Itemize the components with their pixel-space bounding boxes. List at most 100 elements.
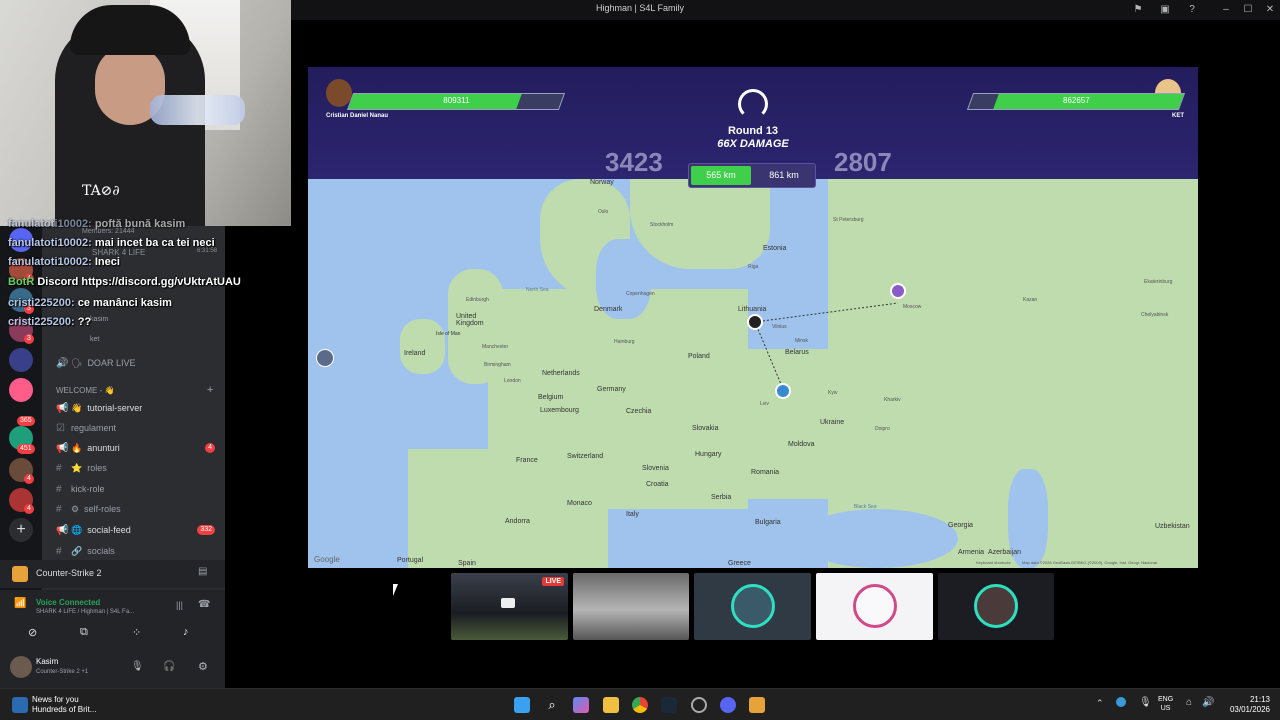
microphone-icon[interactable]: 🎙 (131, 661, 144, 672)
webcam-hat (70, 5, 190, 55)
category-welcome[interactable]: WELCOME - 👋 (56, 381, 114, 399)
country-label: Georgia (948, 522, 973, 529)
news-widget-icon[interactable] (12, 697, 28, 713)
help-icon[interactable]: ? (1184, 2, 1200, 18)
server-icon[interactable] (9, 348, 33, 372)
voice-channel[interactable]: SHARK 4 LIFE / Highman | S4L Fa... (36, 609, 134, 615)
voice-status: Voice Connected (36, 598, 101, 607)
voice-icon: 🔊 (56, 357, 69, 369)
headphones-icon[interactable]: 🎧 (163, 661, 175, 672)
game-window: 809311 Cristian Daniel Nanau 862657 KET … (308, 67, 1198, 568)
hash-icon: # (56, 483, 62, 495)
country-label: United Kingdom (456, 313, 484, 327)
participant-thumbnail[interactable] (573, 573, 689, 640)
city-label: London (504, 378, 521, 384)
water-label: Black Sea (854, 504, 877, 510)
channel-anunturi[interactable]: 📢 🔥 anunturi (56, 439, 120, 457)
news-widget[interactable]: News for you Hundreds of Brit... (32, 695, 96, 715)
webcam-feed: TA⊘∂ (0, 0, 291, 226)
cs2-icon[interactable] (749, 697, 765, 713)
maximize-button[interactable]: ☐ (1240, 2, 1256, 18)
hash-icon: # (56, 462, 62, 474)
city-label: Vilnius (772, 324, 787, 330)
network-icon[interactable]: ⌂ (1186, 697, 1192, 708)
voice-user[interactable]: ket (90, 336, 99, 343)
channel-doar-live[interactable]: 🔊 🗣 DOAR LIVE (56, 354, 135, 372)
chat-message: cristi225200: ce manânci kasim (8, 297, 172, 309)
close-button[interactable]: ✕ (1262, 2, 1278, 18)
voice-user[interactable]: kasim (90, 316, 108, 323)
disconnect-icon[interactable]: ☎ (198, 599, 210, 610)
channel-socials[interactable]: # 🔗 socials (56, 542, 115, 560)
add-server-icon[interactable]: + (9, 518, 33, 542)
channel-self-roles[interactable]: # ⚙ self-roles (56, 500, 121, 518)
keyboard-shortcuts-link[interactable]: Keyboard shortcuts (976, 560, 1010, 565)
screenshot-icon[interactable]: ▣ (1157, 2, 1173, 18)
activities-icon[interactable]: ⁘ (132, 626, 141, 639)
headphones-icon (738, 89, 768, 119)
city-label: Ekaterinburg (1144, 279, 1173, 285)
country-label: Slovenia (642, 465, 669, 472)
participant-thumbnail[interactable] (694, 573, 811, 640)
chevron-up-icon[interactable]: ⌃ (1096, 698, 1104, 709)
user-name: Kasim (36, 657, 59, 666)
participant-thumbnail[interactable] (816, 573, 933, 640)
country-label: France (516, 457, 538, 464)
channel-social-feed[interactable]: 📢 🌐 social-feed (56, 521, 131, 539)
discord-icon[interactable] (720, 697, 736, 713)
settings-gear-icon[interactable]: ⚙ (198, 660, 208, 673)
tray-app-icon[interactable] (1116, 697, 1126, 707)
add-channel-icon[interactable]: + (207, 384, 213, 396)
rules-icon: ☑ (56, 422, 65, 434)
volume-icon[interactable]: 🔊 (1202, 697, 1214, 708)
city-label: Manchester (482, 344, 509, 350)
camera-off-icon[interactable]: ⊘ (28, 626, 37, 639)
pin-icon[interactable]: ⚑ (1130, 2, 1146, 18)
noise-suppression-icon[interactable]: ||| (176, 600, 183, 610)
participant-avatar (853, 584, 897, 628)
screen-share-icon[interactable]: ⧉ (80, 626, 88, 639)
country-label: Uzbekistan (1155, 523, 1190, 530)
world-map[interactable]: Norway Estonia Denmark Lithuania United … (308, 179, 1198, 568)
channel-regulament[interactable]: ☑ regulament (56, 419, 116, 437)
city-label: Minsk (795, 338, 809, 344)
channel-roles[interactable]: # ⭐ roles (56, 459, 107, 477)
obs-icon[interactable] (691, 697, 707, 713)
country-label: Romania (751, 469, 780, 476)
soundboard-icon[interactable]: ♪ (183, 626, 189, 638)
chrome-icon[interactable] (632, 697, 648, 713)
avatar[interactable] (10, 656, 32, 678)
start-icon[interactable] (514, 697, 530, 713)
activity-icon[interactable]: ▤ (198, 566, 207, 577)
country-label: Croatia (646, 481, 669, 488)
cs2-icon (12, 566, 28, 582)
player-right-name: KET (1172, 113, 1184, 119)
recenter-icon[interactable] (316, 349, 334, 367)
search-icon[interactable]: ⌕ (544, 697, 560, 713)
country-label: Lithuania (738, 306, 767, 313)
city-label: Dnipro (875, 426, 890, 432)
file-explorer-icon[interactable] (603, 697, 619, 713)
minimize-button[interactable]: – (1218, 2, 1234, 18)
news-subtitle: Hundreds of Brit... (32, 705, 97, 714)
participant-thumbnail[interactable] (938, 573, 1054, 640)
player-left-hp-bar: 809311 (346, 93, 566, 110)
chat-message: cristi225200: ?? (8, 316, 92, 328)
player-left-score: 3423 (605, 147, 663, 177)
steam-icon[interactable] (661, 697, 677, 713)
game-activity-bar[interactable]: Counter-Strike 2 ▤ (0, 560, 225, 588)
country-label: Greece (728, 560, 751, 567)
user-status: Counter-Strike 2 +1 (36, 669, 89, 675)
system-clock[interactable]: 21:13 03/01/2026 (1216, 695, 1270, 715)
channel-tutorial-server[interactable]: 📢 👋 tutorial-server (56, 399, 142, 417)
server-icon[interactable] (9, 378, 33, 402)
language-indicator[interactable]: ENG US (1158, 695, 1173, 713)
copilot-icon[interactable] (573, 697, 589, 713)
stream-thumbnail[interactable]: LIVE (451, 573, 568, 640)
guess-line-right (754, 302, 899, 323)
city-label: Chelyabinsk (1141, 312, 1169, 318)
channel-kick-role[interactable]: # kick-role (56, 480, 105, 498)
server-badge: 451 (17, 444, 35, 454)
clock-date: 03/01/2026 (1229, 705, 1270, 714)
microphone-icon[interactable]: 🎙 (1139, 697, 1152, 708)
